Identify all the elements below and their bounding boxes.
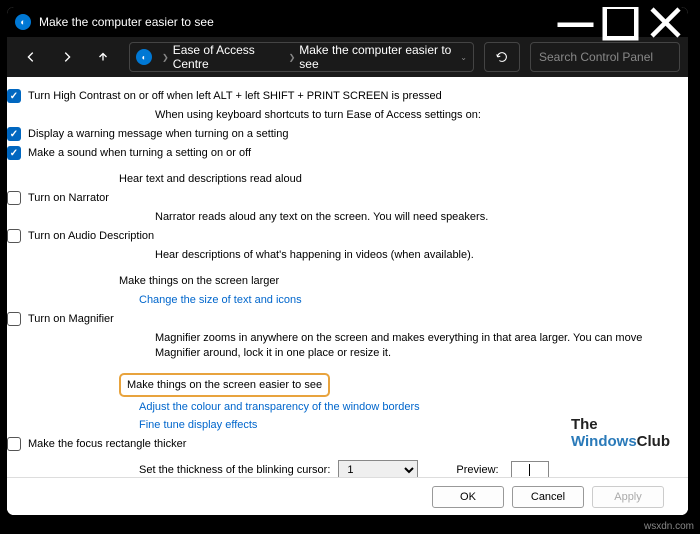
apply-button[interactable]: Apply xyxy=(592,486,664,508)
close-button[interactable] xyxy=(643,7,688,37)
breadcrumb-item[interactable]: Make the computer easier to see xyxy=(299,43,460,71)
checkbox-row: Display a warning message when turning o… xyxy=(7,127,672,142)
chevron-down-icon[interactable]: ⌄ xyxy=(460,53,467,62)
back-button[interactable] xyxy=(15,41,47,73)
up-button[interactable] xyxy=(87,41,119,73)
checkbox-row: Turn High Contrast on or off when left A… xyxy=(7,89,672,104)
window-title: Make the computer easier to see xyxy=(39,15,214,29)
maximize-button[interactable] xyxy=(598,7,643,37)
checkbox-display-warning[interactable] xyxy=(7,127,21,141)
checkbox-focusrect[interactable] xyxy=(7,437,21,451)
checkbox-label: Make a sound when turning a setting on o… xyxy=(28,146,251,161)
checkbox-row: Make the focus rectangle thicker xyxy=(7,437,672,452)
section-heading: Make things on the screen larger xyxy=(119,275,672,287)
checkbox-label: Make the focus rectangle thicker xyxy=(28,437,186,452)
breadcrumb[interactable]: ◐ ❯ Ease of Access Centre ❯ Make the com… xyxy=(129,42,474,72)
link-finetune[interactable]: Fine tune display effects xyxy=(139,418,672,433)
cancel-button[interactable]: Cancel xyxy=(512,486,584,508)
forward-button[interactable] xyxy=(51,41,83,73)
refresh-button[interactable] xyxy=(484,42,520,72)
description-text: Magnifier zooms in anywhere on the scree… xyxy=(155,331,655,361)
checkbox-row: Make a sound when turning a setting on o… xyxy=(7,146,672,161)
minimize-button[interactable] xyxy=(553,7,598,37)
description-text: Hear descriptions of what's happening in… xyxy=(155,248,672,263)
control-panel-icon: ◐ xyxy=(136,49,152,65)
window-controls xyxy=(553,7,688,37)
footer: OK Cancel Apply xyxy=(7,477,688,515)
checkbox-narrator[interactable] xyxy=(7,191,21,205)
checkbox-label: Display a warning message when turning o… xyxy=(28,127,288,142)
description-text: Narrator reads aloud any text on the scr… xyxy=(155,210,672,225)
app-icon: ◐ xyxy=(15,14,31,30)
cursor-thickness-select[interactable]: 1 xyxy=(338,460,418,477)
checkbox-highcontrast[interactable] xyxy=(7,89,21,103)
scroll-area[interactable]: Turn High Contrast on or off when left A… xyxy=(7,77,688,477)
checkbox-label: Turn High Contrast on or off when left A… xyxy=(28,89,442,104)
link-change-size[interactable]: Change the size of text and icons xyxy=(139,293,672,308)
section-heading: Hear text and descriptions read aloud xyxy=(119,173,672,185)
checkbox-label: Turn on Narrator xyxy=(28,191,109,206)
cursor-thickness-row: Set the thickness of the blinking cursor… xyxy=(139,460,672,477)
ok-button[interactable]: OK xyxy=(432,486,504,508)
checkbox-magnifier[interactable] xyxy=(7,312,21,326)
description-text: When using keyboard shortcuts to turn Ea… xyxy=(155,108,672,123)
checkbox-row: Turn on Audio Description xyxy=(7,229,672,244)
window: ◐ Make the computer easier to see ◐ ❯ Ea… xyxy=(7,7,688,515)
content-area: Turn High Contrast on or off when left A… xyxy=(7,77,688,515)
highlighted-section-heading: Make things on the screen easier to see xyxy=(119,373,330,397)
section-heading: Make things on the screen easier to see xyxy=(127,379,322,391)
chevron-right-icon: ❯ xyxy=(289,53,296,62)
source-mark: wsxdn.com xyxy=(644,521,694,532)
titlebar: ◐ Make the computer easier to see xyxy=(7,7,688,37)
checkbox-row: Turn on Magnifier xyxy=(7,312,672,327)
checkbox-make-sound[interactable] xyxy=(7,146,21,160)
preview-label: Preview: xyxy=(456,464,498,476)
checkbox-label: Turn on Magnifier xyxy=(28,312,114,327)
checkbox-audiodesc[interactable] xyxy=(7,229,21,243)
cursor-thickness-label: Set the thickness of the blinking cursor… xyxy=(139,464,330,476)
checkbox-label: Turn on Audio Description xyxy=(28,229,154,244)
breadcrumb-item[interactable]: Ease of Access Centre xyxy=(173,43,285,71)
chevron-right-icon: ❯ xyxy=(162,53,169,62)
search-input[interactable]: Search Control Panel xyxy=(530,42,680,72)
link-adjust-colour[interactable]: Adjust the colour and transparency of th… xyxy=(139,400,672,415)
cursor-preview xyxy=(511,461,549,477)
checkbox-row: Turn on Narrator xyxy=(7,191,672,206)
